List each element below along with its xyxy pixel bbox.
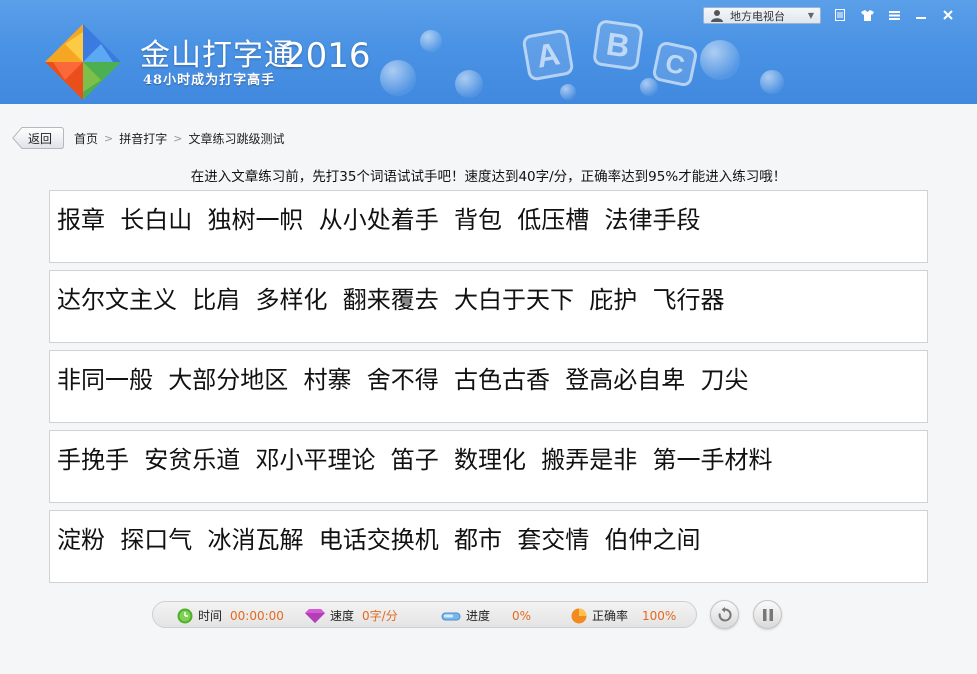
document-icon[interactable] [829,6,851,24]
word-line-text: 淀粉 探口气 冰消瓦解 电话交换机 都市 套交情 伯仲之间 [57,526,701,554]
decor-bubble [700,40,740,80]
word-line-text: 非同一般 大部分地区 村寨 舍不得 古色古香 登高必自卑 刀尖 [57,366,749,394]
word-line-text: 手挽手 安贫乐道 邓小平理论 笛子 数理化 搬弄是非 第一手材料 [57,446,773,474]
app-title: 金山打字通 [140,38,295,73]
word-line-text: 达尔文主义 比肩 多样化 翻来覆去 大白于天下 庇护 飞行器 [57,286,725,314]
word-line-box[interactable]: 淀粉 探口气 冰消瓦解 电话交换机 都市 套交情 伯仲之间 [49,510,928,583]
breadcrumb-separator: > [104,132,114,145]
word-line-box[interactable]: 报章 长白山 独树一帜 从小处着手 背包 低压槽 法律手段 [49,190,928,263]
word-line-box[interactable]: 达尔文主义 比肩 多样化 翻来覆去 大白于天下 庇护 飞行器 [49,270,928,343]
chevron-down-icon: ▼ [807,11,814,20]
decor-bubble [640,78,658,96]
decor-tile-c: C [651,40,699,88]
app-logo [45,24,121,100]
decor-bubble [560,84,576,100]
app-year: 2016 [284,36,371,76]
menu-icon[interactable] [883,6,905,24]
decor-bubble [420,30,442,52]
decor-tile-b: B [592,19,644,71]
decor-bubble [760,70,784,94]
word-line-text: 报章 长白山 独树一帜 从小处着手 背包 低压槽 法律手段 [57,206,701,234]
accuracy-label: 正确率 [592,609,629,623]
time-stat: 时间 00:00:00 [177,607,284,624]
decor-bubble [455,70,483,98]
progress-label: 进度 [466,609,491,623]
minimize-icon[interactable] [910,6,932,24]
clock-icon [177,608,193,623]
accuracy-stat: 正确率 100% [571,607,676,624]
pie-icon [571,608,587,623]
time-value: 00:00:00 [230,608,284,623]
back-button[interactable]: 返回 [12,127,64,149]
back-label: 返回 [28,132,53,146]
speed-stat: 速度 0字/分 [305,607,398,624]
channel-dropdown[interactable]: 地方电视台 ▼ [703,7,821,24]
app-subtitle: 48小时成为打字高手 [143,73,276,88]
breadcrumb: 首页 > 拼音打字 > 文章练习跳级测试 [74,130,284,147]
user-icon [710,9,724,22]
restart-icon [718,606,732,621]
breadcrumb-pinyin[interactable]: 拼音打字 [119,130,167,147]
breadcrumb-current: 文章练习跳级测试 [188,132,285,146]
pause-icon [762,608,773,621]
time-label: 时间 [198,609,223,623]
close-icon[interactable] [937,6,959,24]
breadcrumb-home[interactable]: 首页 [74,130,98,147]
word-line-box[interactable]: 非同一般 大部分地区 村寨 舍不得 古色古香 登高必自卑 刀尖 [49,350,928,423]
restart-button[interactable] [710,600,739,629]
pause-button[interactable] [753,600,782,629]
channel-label: 地方电视台 [730,9,785,23]
progress-stat: 进度 0% [441,607,531,624]
decor-bubble [380,60,416,96]
app-header: 金山打字通 2016 48小时成为打字高手 A B C 地方电视台 ▼ [0,0,977,104]
speed-value: 0字/分 [362,609,398,623]
progress-bar-icon [441,612,461,620]
breadcrumb-separator: > [173,132,183,145]
progress-value: 0% [512,608,532,623]
decor-tile-a: A [521,28,575,82]
status-bar: 时间 00:00:00 速度 0字/分 进度 0% 正确率 100% [152,601,697,628]
word-line-box[interactable]: 手挽手 安贫乐道 邓小平理论 笛子 数理化 搬弄是非 第一手材料 [49,430,928,503]
accuracy-value: 100% [642,608,677,623]
diamond-icon [305,608,325,623]
skin-icon[interactable] [856,6,878,24]
speed-label: 速度 [330,609,355,623]
instruction-text: 在进入文章练习前，先打35个词语试试手吧！速度达到40字/分，正确率达到95%才… [190,169,787,185]
